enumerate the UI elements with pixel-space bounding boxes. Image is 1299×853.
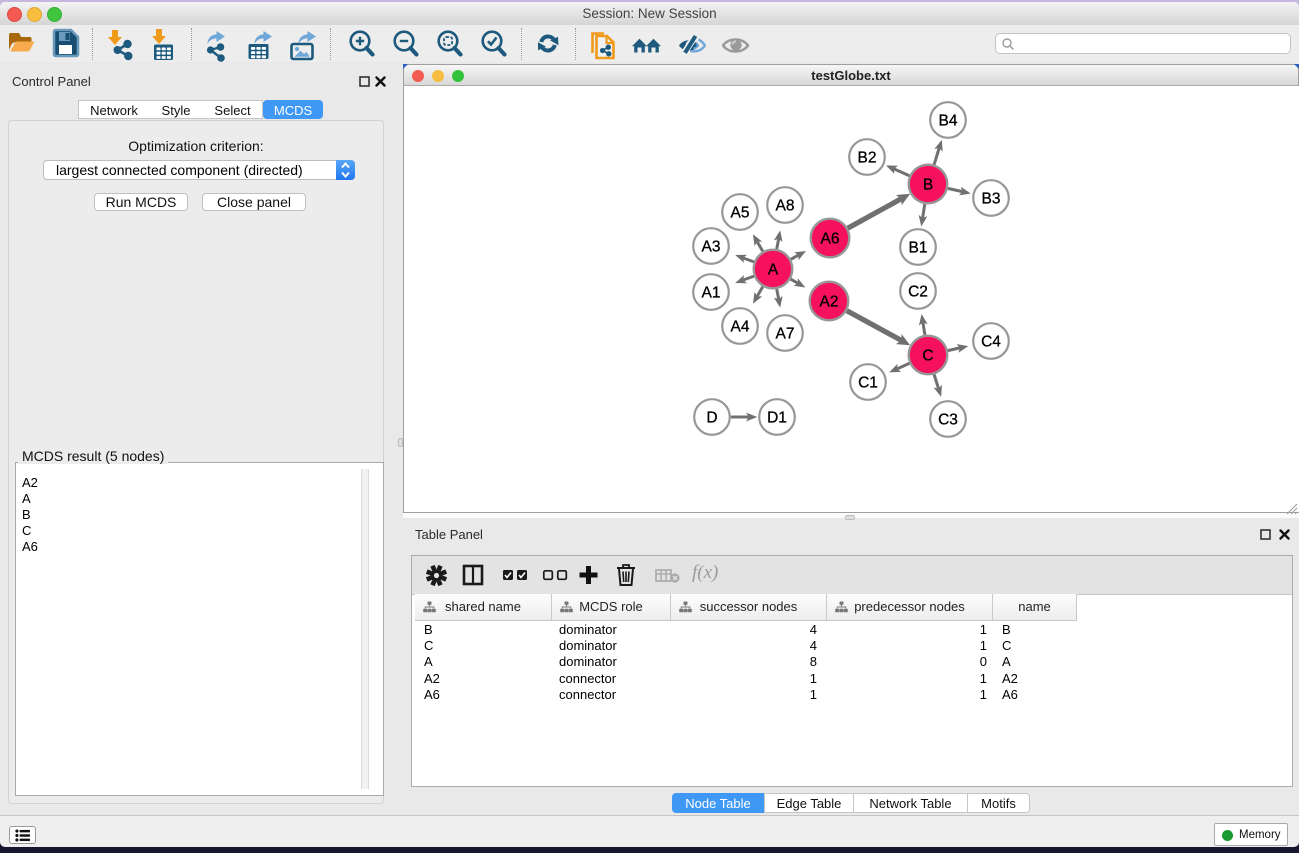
svg-text:C3: C3 (938, 411, 958, 428)
svg-text:A5: A5 (731, 204, 750, 221)
svg-text:C2: C2 (908, 283, 928, 300)
svg-text:A6: A6 (821, 230, 840, 247)
svg-text:A8: A8 (776, 197, 795, 214)
svg-text:B3: B3 (982, 190, 1001, 207)
svg-text:D1: D1 (767, 409, 787, 426)
svg-text:C4: C4 (981, 333, 1001, 350)
svg-text:A3: A3 (702, 238, 721, 255)
svg-text:C: C (922, 347, 933, 364)
svg-text:C1: C1 (858, 374, 878, 391)
svg-text:A7: A7 (776, 325, 795, 342)
svg-text:A: A (768, 261, 779, 278)
svg-text:B1: B1 (909, 239, 928, 256)
svg-text:B4: B4 (939, 112, 958, 129)
svg-text:A4: A4 (731, 318, 750, 335)
svg-text:B: B (923, 176, 933, 193)
svg-text:A1: A1 (702, 284, 721, 301)
svg-text:A2: A2 (820, 293, 839, 310)
svg-text:B2: B2 (858, 149, 877, 166)
svg-text:D: D (706, 409, 717, 426)
